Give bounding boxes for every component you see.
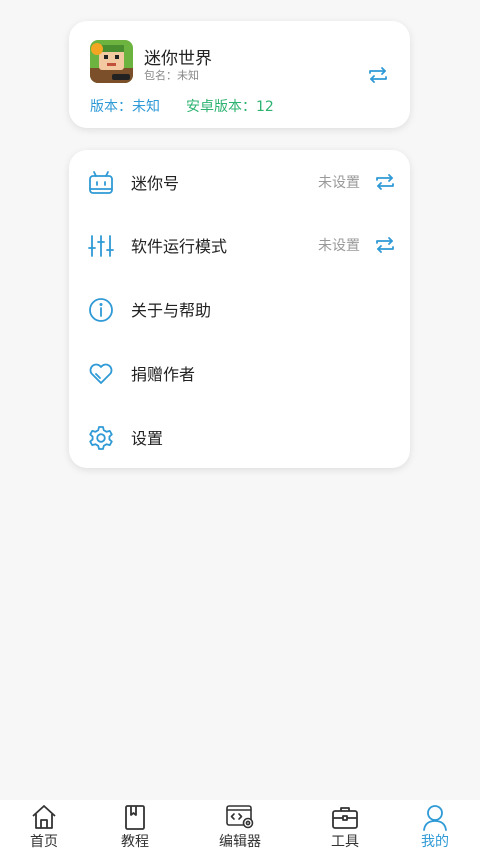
book-icon bbox=[120, 803, 150, 831]
tab-label: 教程 bbox=[121, 834, 149, 850]
tab-home[interactable]: 首页 bbox=[14, 800, 74, 853]
sliders-icon bbox=[88, 233, 114, 259]
app-info-card: 迷你世界 包名：未知 版本：未知 安卓版本：12 bbox=[69, 21, 410, 128]
gear-icon bbox=[88, 425, 114, 451]
swap-icon[interactable] bbox=[374, 173, 396, 191]
menu-item-label: 设置 bbox=[131, 429, 164, 448]
bottom-tab-bar: 首页 教程 编辑器 工具 我的 bbox=[0, 800, 480, 853]
tab-tutorial[interactable]: 教程 bbox=[105, 800, 165, 853]
menu-item-mini-id[interactable]: 迷你号 未设置 bbox=[69, 150, 410, 214]
toolbox-icon bbox=[330, 803, 360, 831]
menu-item-value: 未设置 bbox=[318, 238, 360, 254]
tab-label: 工具 bbox=[331, 834, 359, 850]
tab-label: 我的 bbox=[421, 834, 449, 850]
tab-label: 首页 bbox=[30, 834, 58, 850]
game-icon bbox=[90, 40, 133, 83]
menu-item-value: 未设置 bbox=[318, 175, 360, 191]
robot-icon bbox=[88, 170, 114, 196]
home-icon bbox=[29, 803, 59, 831]
app-package: 包名：未知 bbox=[144, 69, 199, 82]
menu-card: 迷你号 未设置 软件运行模式 未设置 关于与帮助 捐赠作者 设置 bbox=[69, 150, 410, 468]
menu-item-label: 关于与帮助 bbox=[131, 301, 212, 320]
menu-item-label: 捐赠作者 bbox=[131, 365, 196, 384]
menu-item-run-mode[interactable]: 软件运行模式 未设置 bbox=[69, 213, 410, 277]
menu-item-label: 软件运行模式 bbox=[131, 237, 228, 256]
android-version-label: 安卓版本：12 bbox=[186, 99, 274, 115]
info-icon bbox=[88, 297, 114, 323]
editor-icon bbox=[225, 803, 255, 831]
tab-label: 编辑器 bbox=[219, 834, 261, 850]
tab-editor[interactable]: 编辑器 bbox=[210, 800, 270, 853]
user-icon bbox=[420, 803, 450, 831]
swap-icon[interactable] bbox=[374, 236, 396, 254]
menu-item-settings[interactable]: 设置 bbox=[69, 405, 410, 469]
menu-item-about-help[interactable]: 关于与帮助 bbox=[69, 277, 410, 341]
version-label: 版本：未知 bbox=[90, 99, 160, 115]
tab-tools[interactable]: 工具 bbox=[315, 800, 375, 853]
tab-mine[interactable]: 我的 bbox=[405, 800, 465, 853]
menu-item-donate[interactable]: 捐赠作者 bbox=[69, 341, 410, 405]
app-name: 迷你世界 bbox=[144, 49, 212, 69]
switch-app-icon[interactable] bbox=[367, 66, 389, 84]
menu-item-label: 迷你号 bbox=[131, 174, 180, 193]
heart-icon bbox=[88, 361, 114, 387]
